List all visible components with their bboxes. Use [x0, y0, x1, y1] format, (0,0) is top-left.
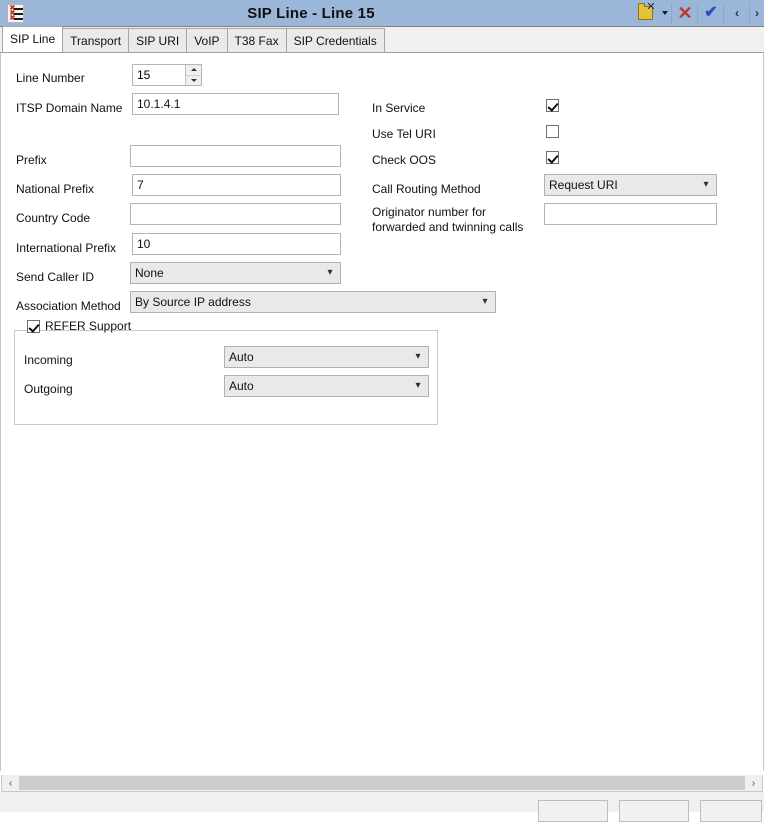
chevron-down-icon: ▾ [415, 351, 421, 362]
tab-sip-credentials[interactable]: SIP Credentials [285, 28, 385, 52]
next-record-button[interactable]: › [750, 0, 764, 27]
sip-line-form-panel: Line Number 15 ITSP Domain Name 10.1.4.1… [0, 53, 764, 771]
refer-outgoing-select[interactable]: Auto ▾ [224, 375, 429, 397]
chevron-down-icon: ▾ [482, 296, 488, 307]
refer-support-label: REFER Support [45, 319, 132, 333]
ok-button[interactable] [538, 800, 608, 822]
check-oos-checkbox[interactable] [546, 151, 559, 164]
chevron-down-icon: ▾ [415, 380, 421, 391]
scrollbar-thumb[interactable] [19, 776, 745, 790]
refer-outgoing-value: Auto [229, 379, 254, 393]
arrow-up-icon [190, 68, 197, 72]
tab-strip: SIP Line Transport SIP URI VoIP T38 Fax … [0, 26, 764, 53]
title-bar: ✖ ✖ ✖ SIP Line - Line 15 ✕ ✔ ‹ › [0, 0, 764, 27]
red-x-icon: ✕ [677, 3, 693, 23]
arrow-down-icon [190, 78, 197, 82]
line-number-value[interactable]: 15 [133, 65, 185, 85]
international-prefix-label: International Prefix [16, 241, 117, 255]
line-number-label: Line Number [16, 71, 85, 85]
country-code-label: Country Code [16, 211, 91, 225]
refer-incoming-select[interactable]: Auto ▾ [224, 346, 429, 368]
chevron-down-icon: ▾ [327, 267, 333, 278]
national-prefix-input[interactable]: 7 [132, 174, 341, 196]
tab-transport[interactable]: Transport [62, 28, 130, 52]
prefix-label: Prefix [16, 153, 47, 167]
tab-sip-line[interactable]: SIP Line [2, 26, 64, 52]
tab-t38-fax[interactable]: T38 Fax [226, 28, 287, 52]
line-number-stepper[interactable]: 15 [132, 64, 202, 86]
dialog-footer [0, 792, 764, 822]
call-routing-method-label: Call Routing Method [372, 182, 481, 196]
scroll-right-button[interactable]: › [745, 775, 762, 791]
check-oos-label: Check OOS [372, 153, 437, 167]
new-record-icon [637, 3, 654, 20]
window-title: SIP Line - Line 15 [247, 4, 375, 22]
originator-number-label: Originator number for forwarded and twin… [372, 205, 524, 234]
tab-sip-uri[interactable]: SIP URI [128, 28, 188, 52]
send-caller-id-select[interactable]: None ▾ [130, 262, 341, 284]
refer-outgoing-label: Outgoing [24, 382, 73, 396]
refer-incoming-label: Incoming [24, 353, 73, 367]
use-tel-uri-label: Use Tel URI [372, 127, 436, 141]
blue-check-icon: ✔ [704, 4, 718, 21]
chevron-left-icon: ‹ [735, 6, 739, 20]
chevron-right-icon: › [755, 6, 759, 20]
help-button[interactable] [700, 800, 762, 822]
spin-down-button[interactable] [186, 76, 201, 86]
refer-support-checkbox[interactable] [27, 320, 40, 333]
tab-voip[interactable]: VoIP [186, 28, 228, 52]
new-button[interactable] [632, 0, 658, 27]
validate-button[interactable]: ✔ [698, 0, 724, 27]
itsp-domain-name-input[interactable]: 10.1.4.1 [132, 93, 339, 115]
originator-number-input[interactable] [544, 203, 717, 225]
national-prefix-label: National Prefix [16, 182, 95, 196]
itsp-domain-name-label: ITSP Domain Name [16, 101, 123, 115]
line-number-spin-buttons[interactable] [185, 65, 201, 85]
send-caller-id-value: None [135, 266, 164, 280]
refer-incoming-value: Auto [229, 350, 254, 364]
prefix-input[interactable] [130, 145, 341, 167]
call-routing-method-value: Request URI [549, 178, 618, 192]
association-method-select[interactable]: By Source IP address ▾ [130, 291, 496, 313]
association-method-label: Association Method [16, 299, 121, 313]
chevron-down-icon: ▾ [703, 179, 709, 190]
in-service-label: In Service [372, 101, 426, 115]
chevron-down-icon [662, 11, 668, 15]
horizontal-scrollbar[interactable]: ‹ › [1, 775, 763, 792]
use-tel-uri-checkbox[interactable] [546, 125, 559, 138]
country-code-input[interactable] [130, 203, 341, 225]
send-caller-id-label: Send Caller ID [16, 270, 95, 284]
spin-up-button[interactable] [186, 65, 201, 76]
call-routing-method-select[interactable]: Request URI ▾ [544, 174, 717, 196]
international-prefix-input[interactable]: 10 [132, 233, 341, 255]
cancel-button[interactable] [619, 800, 689, 822]
titlebar-actions: ✕ ✔ ‹ › [632, 0, 764, 27]
scroll-left-button[interactable]: ‹ [2, 775, 19, 791]
in-service-checkbox[interactable] [546, 99, 559, 112]
form-list-icon[interactable]: ✖ ✖ ✖ [0, 0, 30, 27]
association-method-value: By Source IP address [135, 295, 251, 309]
new-dropdown-button[interactable] [658, 0, 672, 27]
delete-button[interactable]: ✕ [672, 0, 698, 27]
previous-record-button[interactable]: ‹ [724, 0, 750, 27]
